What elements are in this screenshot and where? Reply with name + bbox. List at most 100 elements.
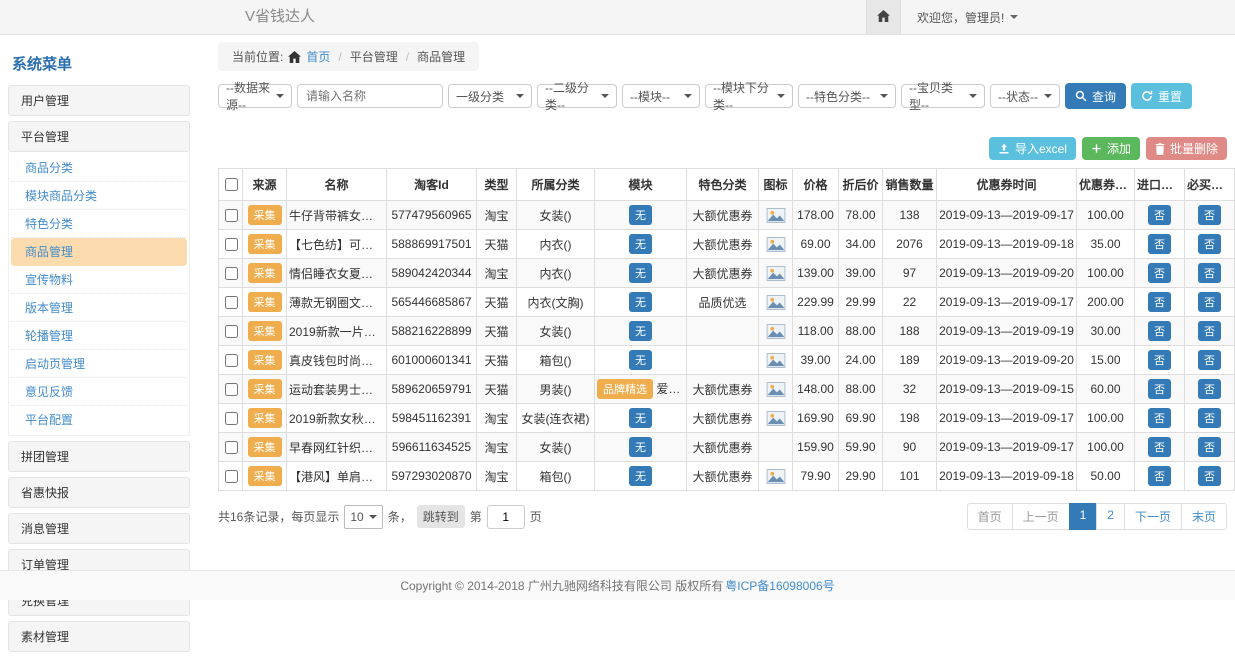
select-value: --状态-- xyxy=(998,88,1038,105)
imported-toggle[interactable]: 否 xyxy=(1148,205,1171,225)
sidebar-group-heading[interactable]: 用户管理 xyxy=(8,85,190,116)
platform-type: 淘宝 xyxy=(477,433,517,462)
must-buy-toggle[interactable]: 否 xyxy=(1198,350,1221,370)
user-menu[interactable]: 欢迎您，管理员! xyxy=(901,0,1034,34)
must-buy-toggle[interactable]: 否 xyxy=(1198,263,1221,283)
sidebar-subitem[interactable]: 特色分类 xyxy=(11,210,187,238)
query-button[interactable]: 查询 xyxy=(1065,83,1126,109)
must-buy-cell: 否 xyxy=(1185,346,1235,375)
filter-feature-category[interactable]: --特色分类-- xyxy=(798,84,896,108)
sidebar-group-heading[interactable]: 省惠快报 xyxy=(8,477,190,508)
sidebar-subitem[interactable]: 意见反馈 xyxy=(11,378,187,406)
sidebar-subitem[interactable]: 平台配置 xyxy=(11,406,187,433)
sidebar-group: 省惠快报 xyxy=(8,477,190,508)
sidebar-group-heading[interactable]: 拼团管理 xyxy=(8,441,190,472)
sidebar-subitem[interactable]: 宣传物料 xyxy=(11,266,187,294)
imported-toggle[interactable]: 否 xyxy=(1148,234,1171,254)
must-buy-toggle[interactable]: 否 xyxy=(1198,379,1221,399)
icp-link[interactable]: 粤ICP备16098006号 xyxy=(725,577,834,594)
product-name[interactable]: 2019新款女秋薄款... xyxy=(287,404,387,433)
row-checkbox[interactable] xyxy=(225,325,238,338)
sidebar-group-heading[interactable]: 平台管理 xyxy=(8,121,190,152)
imported-toggle[interactable]: 否 xyxy=(1148,263,1171,283)
row-checkbox[interactable] xyxy=(225,238,238,251)
select-all-checkbox[interactable] xyxy=(225,178,238,191)
page-button[interactable]: 2 xyxy=(1096,503,1125,530)
product-name[interactable]: 运动套装男士卫衣初秋... xyxy=(287,375,387,404)
reset-button[interactable]: 重置 xyxy=(1131,83,1192,109)
jump-page-input[interactable] xyxy=(487,505,525,529)
product-name[interactable]: 情侣睡衣女夏丝绸男士... xyxy=(287,259,387,288)
row-checkbox[interactable] xyxy=(225,412,238,425)
sidebar-subitem[interactable]: 轮播管理 xyxy=(11,322,187,350)
coupon-time: 2019-09-13—2019-09-20 xyxy=(937,346,1077,375)
coupon-amount: 100.00 xyxy=(1077,404,1135,433)
module-none-badge: 无 xyxy=(629,292,652,312)
imported-toggle[interactable]: 否 xyxy=(1148,408,1171,428)
icon-cell xyxy=(759,462,793,491)
per-page-select[interactable]: 10 xyxy=(344,505,382,529)
product-name[interactable]: 【港风】单肩斜跨链条... xyxy=(287,462,387,491)
product-name[interactable]: 薄款无钢圈文胸聚拢性... xyxy=(287,288,387,317)
home-button[interactable] xyxy=(866,0,901,34)
product-name[interactable]: 早春网红针织外套女春... xyxy=(287,433,387,462)
row-checkbox[interactable] xyxy=(225,354,238,367)
column-header: 所属分类 xyxy=(517,169,595,201)
filter-status[interactable]: --状态-- xyxy=(990,84,1060,108)
add-button[interactable]: 添加 xyxy=(1082,137,1140,160)
sidebar-group-heading[interactable]: 素材管理 xyxy=(8,621,190,652)
sidebar-subitem[interactable]: 版本管理 xyxy=(11,294,187,322)
sidebar-subitem[interactable]: 模块商品分类 xyxy=(11,182,187,210)
filter-data-source[interactable]: --数据来源-- xyxy=(218,84,292,108)
imported-toggle[interactable]: 否 xyxy=(1148,321,1171,341)
must-buy-toggle[interactable]: 否 xyxy=(1198,205,1221,225)
filter-level1-category[interactable]: 一级分类 xyxy=(448,84,532,108)
must-buy-toggle[interactable]: 否 xyxy=(1198,292,1221,312)
filter-module[interactable]: --模块-- xyxy=(622,84,700,108)
must-buy-toggle[interactable]: 否 xyxy=(1198,466,1221,486)
filter-level2-category[interactable]: --二级分类-- xyxy=(537,84,617,108)
product-name[interactable]: 真皮钱包时尚优雅女士... xyxy=(287,346,387,375)
filter-item-type[interactable]: --宝贝类型-- xyxy=(901,84,985,108)
filter-module-sub-category[interactable]: --模块下分类-- xyxy=(705,84,793,108)
icon-cell xyxy=(759,317,793,346)
product-name[interactable]: 牛仔背带裤女秋装减龄... xyxy=(287,201,387,230)
row-checkbox[interactable] xyxy=(225,209,238,222)
import-excel-label: 导入excel xyxy=(1015,140,1067,157)
platform-type: 天猫 xyxy=(477,288,517,317)
jump-button[interactable]: 跳转到 xyxy=(417,505,465,528)
row-checkbox[interactable] xyxy=(225,296,238,309)
product-name[interactable]: 2019新款一片式系... xyxy=(287,317,387,346)
must-buy-toggle[interactable]: 否 xyxy=(1198,321,1221,341)
imported-toggle[interactable]: 否 xyxy=(1148,437,1171,457)
imported-toggle[interactable]: 否 xyxy=(1148,379,1171,399)
batch-delete-button[interactable]: 批量删除 xyxy=(1146,137,1227,160)
sidebar-subitem[interactable]: 商品分类 xyxy=(11,154,187,182)
select-value: --二级分类-- xyxy=(545,79,596,113)
page-button[interactable]: 1 xyxy=(1069,503,1098,530)
sales-count: 97 xyxy=(883,259,937,288)
page-button[interactable]: 上一页 xyxy=(1012,503,1070,530)
product-name[interactable]: 【七色纺】可爱纯棉家... xyxy=(287,230,387,259)
import-excel-button[interactable]: 导入excel xyxy=(989,137,1076,160)
page-button[interactable]: 首页 xyxy=(967,503,1013,530)
must-buy-toggle[interactable]: 否 xyxy=(1198,234,1221,254)
row-checkbox[interactable] xyxy=(225,383,238,396)
sidebar-group-heading[interactable]: 消息管理 xyxy=(8,513,190,544)
filter-name-input[interactable] xyxy=(297,84,443,108)
imported-cell: 否 xyxy=(1135,462,1185,491)
row-checkbox[interactable] xyxy=(225,470,238,483)
imported-toggle[interactable]: 否 xyxy=(1148,466,1171,486)
page-button[interactable]: 下一页 xyxy=(1124,503,1182,530)
sidebar-subitem[interactable]: 启动页管理 xyxy=(11,350,187,378)
imported-toggle[interactable]: 否 xyxy=(1148,350,1171,370)
page-button[interactable]: 末页 xyxy=(1181,503,1227,530)
breadcrumb-home-link[interactable]: 首页 xyxy=(306,48,330,65)
imported-toggle[interactable]: 否 xyxy=(1148,292,1171,312)
row-checkbox[interactable] xyxy=(225,441,238,454)
must-buy-toggle[interactable]: 否 xyxy=(1198,437,1221,457)
sidebar-subitem[interactable]: 商品管理 xyxy=(11,238,187,266)
row-checkbox[interactable] xyxy=(225,267,238,280)
must-buy-toggle[interactable]: 否 xyxy=(1198,408,1221,428)
must-buy-cell: 否 xyxy=(1185,259,1235,288)
